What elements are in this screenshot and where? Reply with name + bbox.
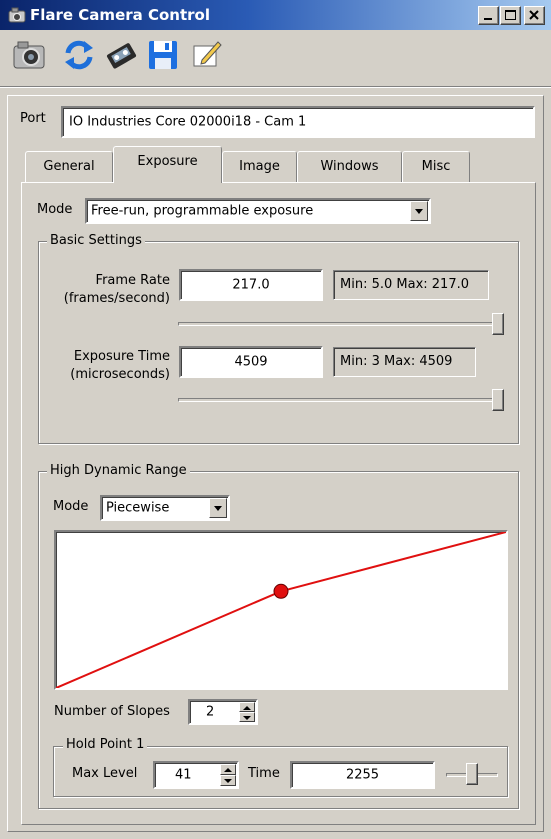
title-bar[interactable]: Flare Camera Control — [0, 0, 551, 30]
max-level-spinbox[interactable]: 41 — [153, 761, 239, 789]
refresh-icon[interactable] — [62, 38, 96, 72]
tape-icon[interactable] — [104, 38, 138, 72]
spin-down-icon[interactable] — [239, 712, 255, 722]
chevron-down-icon[interactable] — [410, 201, 428, 221]
tab-misc[interactable]: Misc — [402, 151, 470, 182]
hold-point-slider-thumb[interactable] — [466, 763, 478, 785]
close-button[interactable] — [524, 6, 545, 25]
exposure-time-slider-thumb[interactable] — [492, 389, 504, 411]
tab-general[interactable]: General — [25, 151, 113, 182]
window-title: Flare Camera Control — [30, 6, 210, 24]
hdr-curve-plot[interactable] — [54, 530, 508, 690]
spin-down-icon[interactable] — [220, 775, 236, 786]
max-level-spin-buttons[interactable] — [220, 764, 236, 786]
tab-windows[interactable]: Windows — [297, 151, 402, 182]
slopes-spin-buttons[interactable] — [239, 702, 255, 722]
frame-rate-slider-thumb[interactable] — [492, 313, 504, 335]
hdr-curve-svg — [56, 532, 506, 688]
exposure-time-input[interactable]: 4509 — [179, 346, 323, 378]
save-icon[interactable] — [146, 38, 180, 72]
frame-rate-input[interactable]: 217.0 — [179, 269, 323, 301]
exposure-mode-select[interactable]: Free-run, programmable exposure — [85, 198, 431, 224]
hdr-curve-line — [56, 532, 506, 688]
time-input[interactable]: 2255 — [290, 761, 435, 789]
tab-exposure[interactable]: Exposure — [113, 146, 222, 183]
chevron-down-icon[interactable] — [209, 498, 227, 518]
maximize-button[interactable] — [500, 6, 521, 25]
close-icon — [529, 10, 539, 20]
camera-icon[interactable] — [12, 38, 46, 72]
port-value: IO Industries Core 02000i18 - Cam 1 — [69, 114, 307, 130]
port-field[interactable]: IO Industries Core 02000i18 - Cam 1 — [61, 106, 535, 138]
toolbar-separator — [0, 86, 551, 88]
hdr-mode-value: Piecewise — [106, 500, 170, 516]
exposure-mode-value: Free-run, programmable exposure — [91, 203, 314, 219]
hdr-knee-point-handle[interactable] — [273, 583, 289, 599]
minimize-button[interactable] — [478, 6, 499, 25]
hdr-mode-select[interactable]: Piecewise — [100, 495, 230, 521]
edit-icon[interactable] — [190, 38, 224, 72]
port-label: Port — [20, 111, 46, 126]
spin-up-icon[interactable] — [220, 764, 236, 775]
spin-up-icon[interactable] — [239, 702, 255, 712]
tab-image[interactable]: Image — [222, 151, 297, 182]
slopes-spinbox[interactable]: 2 — [188, 699, 258, 725]
camera-app-icon — [8, 7, 26, 23]
